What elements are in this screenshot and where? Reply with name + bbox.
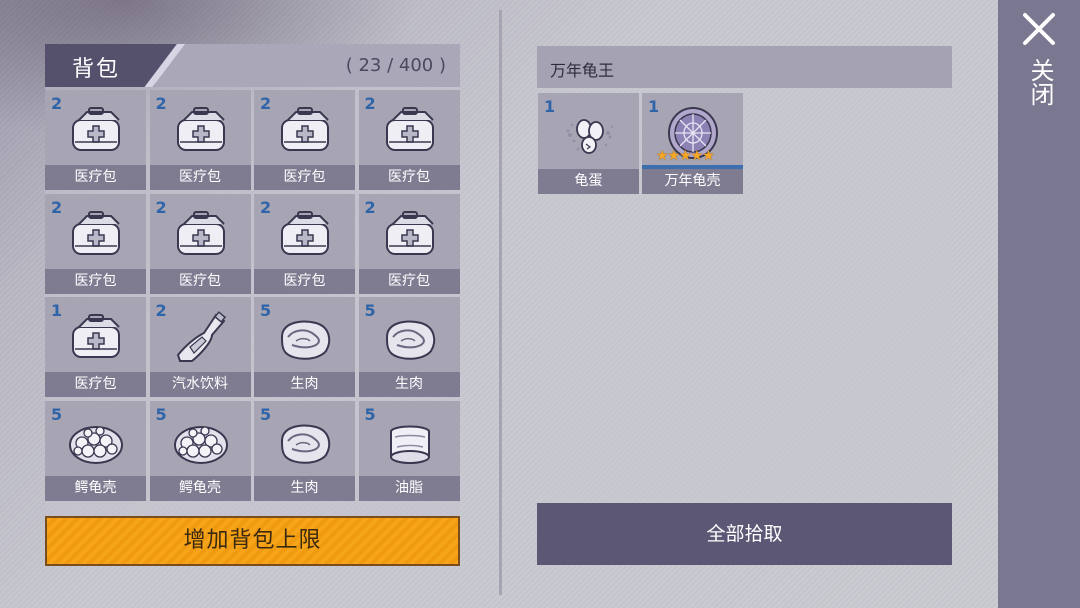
item-quantity: 5 xyxy=(364,301,376,320)
item-quantity: 5 xyxy=(260,301,272,320)
item-label: 医疗包 xyxy=(358,268,460,294)
item-quantity: 2 xyxy=(260,94,272,113)
medkit-icon xyxy=(381,208,439,264)
backpack-slot[interactable]: 2 医疗包 xyxy=(254,193,355,294)
item-quantity: 2 xyxy=(260,197,272,217)
backpack-slot[interactable]: 2 医疗包 xyxy=(45,90,146,190)
item-quantity: 5 xyxy=(364,404,376,424)
medkit-icon xyxy=(172,208,230,264)
snapping-turtle-shell-icon xyxy=(67,415,125,471)
backpack-slot[interactable]: 5 鳄龟壳 xyxy=(45,400,146,501)
backpack-slot[interactable]: 2 医疗包 xyxy=(45,193,146,294)
backpack-capacity: ( 23 / 400 ) xyxy=(345,55,446,76)
item-quantity: 2 xyxy=(364,94,376,113)
item-label: 医疗包 xyxy=(358,165,460,190)
close-label: 关闭 xyxy=(1026,58,1054,106)
item-quantity: 2 xyxy=(51,197,63,217)
item-label: 医疗包 xyxy=(254,165,355,190)
close-sidebar[interactable]: 关闭 xyxy=(998,0,1080,608)
item-label: 生肉 xyxy=(254,475,355,501)
backpack-slot[interactable]: 2 医疗包 xyxy=(149,193,251,294)
item-label: 医疗包 xyxy=(254,268,355,294)
soda-bottle-icon xyxy=(172,311,230,367)
backpack-slot[interactable]: 2 医疗包 xyxy=(254,90,355,190)
backpack-slot[interactable]: 2 医疗包 xyxy=(358,193,460,294)
item-label: 生肉 xyxy=(254,372,355,397)
backpack-slot[interactable]: 5 油脂 xyxy=(358,400,460,501)
backpack-slot[interactable]: 2 医疗包 xyxy=(149,90,251,190)
item-label: 油脂 xyxy=(358,475,460,501)
item-quantity: 2 xyxy=(155,301,167,320)
backpack-grid[interactable]: 2 医疗包 2 医疗包 2 医疗包 2 医疗包 2 医疗包 2 医疗包 2 医疗包 2 医疗包 1 医疗包 2 汽水饮… xyxy=(45,90,460,506)
item-quantity: 5 xyxy=(51,404,63,424)
expand-backpack-button[interactable]: 增加背包上限 xyxy=(45,516,460,566)
close-icon[interactable] xyxy=(1020,10,1058,48)
backpack-header: 背包 ( 23 / 400 ) xyxy=(45,44,460,87)
medkit-icon xyxy=(276,104,334,160)
item-quantity: 2 xyxy=(51,94,63,113)
loot-item-turtle-egg[interactable]: 1 龟蛋 xyxy=(538,93,639,194)
item-label: 龟蛋 xyxy=(538,169,639,194)
item-quantity: 2 xyxy=(155,197,167,217)
medkit-icon xyxy=(172,104,230,160)
backpack-slot[interactable]: 5 生肉 xyxy=(254,297,355,397)
loot-item-ancient-turtle-shell[interactable]: 1 ★★★★★ 万年龟壳 xyxy=(642,93,743,194)
medkit-icon xyxy=(67,208,125,264)
medkit-icon xyxy=(67,104,125,160)
item-quantity: 2 xyxy=(364,197,376,217)
raw-meat-icon xyxy=(276,415,334,471)
backpack-panel: 背包 ( 23 / 400 ) 2 医疗包 2 医疗包 2 医疗包 2 医疗包 2 医疗包 2 医疗包… xyxy=(45,44,460,566)
item-label: 医疗包 xyxy=(149,268,251,294)
item-label: 鳄龟壳 xyxy=(149,475,251,501)
fat-roll-icon xyxy=(381,415,439,471)
backpack-title: 背包 xyxy=(72,57,121,82)
loot-header: 万年龟王 xyxy=(537,46,952,88)
item-label: 汽水饮料 xyxy=(149,372,251,397)
medkit-icon xyxy=(276,208,334,264)
rarity-stars: ★★★★★ xyxy=(656,148,715,164)
item-quantity: 1 xyxy=(51,301,63,320)
item-quantity: 2 xyxy=(155,94,167,113)
item-quantity: 5 xyxy=(260,404,272,424)
item-label: 万年龟壳 xyxy=(642,169,743,194)
item-quantity: 1 xyxy=(648,97,660,116)
backpack-slot[interactable]: 5 鳄龟壳 xyxy=(149,400,251,501)
backpack-slot[interactable]: 5 生肉 xyxy=(254,400,355,501)
item-quantity: 5 xyxy=(155,404,167,424)
backpack-slot[interactable]: 5 生肉 xyxy=(358,297,460,397)
backpack-slot[interactable]: 2 汽水饮料 xyxy=(149,297,251,397)
item-label: 鳄龟壳 xyxy=(45,475,146,501)
backpack-slot[interactable]: 1 医疗包 xyxy=(45,297,146,397)
medkit-icon xyxy=(381,104,439,160)
medkit-icon xyxy=(67,311,125,367)
backpack-slot[interactable]: 2 医疗包 xyxy=(358,90,460,190)
item-label: 生肉 xyxy=(358,372,460,397)
loot-source-title: 万年龟王 xyxy=(550,61,615,80)
item-label: 医疗包 xyxy=(45,372,146,397)
raw-meat-icon xyxy=(276,311,334,367)
item-label: 医疗包 xyxy=(45,268,146,294)
pickup-all-button[interactable]: 全部拾取 xyxy=(537,503,952,565)
raw-meat-icon xyxy=(381,311,439,367)
panel-divider xyxy=(499,10,502,595)
item-label: 医疗包 xyxy=(45,165,146,190)
item-label: 医疗包 xyxy=(149,165,251,190)
loot-panel: 万年龟王 1 龟蛋 1 ★★★★★ 万年龟壳 全部拾取 xyxy=(537,46,952,565)
turtle-egg-icon xyxy=(560,105,618,161)
snapping-turtle-shell-icon xyxy=(172,415,230,471)
item-quantity: 1 xyxy=(544,97,556,116)
